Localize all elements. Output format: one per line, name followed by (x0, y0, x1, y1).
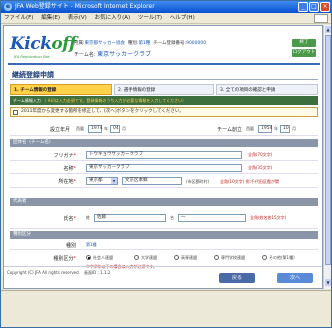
address-hint: (市区郡町村) (186, 179, 210, 184)
affiliated-era: 西暦 (246, 126, 254, 131)
affiliated-year-unit: 年 (274, 126, 278, 131)
radio-college-label: 高専連盟 (181, 255, 197, 260)
address-example: 全角(10文字) 例:千代田区霞が関 (220, 179, 279, 184)
menu-view[interactable]: 表示(V) (65, 13, 90, 24)
chevron-down-icon: ▼ (111, 178, 117, 184)
affiliated-year-input[interactable]: 1954 (258, 125, 272, 133)
kind-row: 種別 第1種 (10, 240, 318, 250)
window-title: JFA Web登録サイト - Microsoft Internet Explor… (15, 3, 155, 10)
menu-help[interactable]: ヘルプ(H) (167, 13, 198, 24)
step-2: 2. 選手情報の登録 (114, 84, 214, 95)
group-team-name: 団体名（チーム名） (10, 139, 318, 147)
input-instruction-bar: チーム情報入力 （ ※印は入力必須です。登録情報のうち入力が必要な情報を入力して… (10, 96, 318, 105)
header-info: 所属:東京都サッカー協会 種別:第1種 チーム登録番号:9000000 (74, 41, 207, 46)
radio-university-league[interactable] (134, 255, 139, 260)
notice-box: 2011年度から変更する箇所を修正して、[次へ]ボタンをクリックしてください。 (10, 107, 318, 117)
team-name-line: チーム名: 東京サッカークラブ (74, 51, 152, 58)
month-unit: 月 (122, 126, 126, 131)
minimize-button[interactable]: _ (298, 2, 308, 12)
team-name: 東京サッカークラブ (97, 51, 152, 58)
kickoff-logo: Kickoff (10, 34, 76, 54)
founded-row: 設立年月 西暦 1974 年 04 月 チーム創立 西暦 1954 年 10 月 (10, 122, 318, 136)
address-label: 所在地* (58, 179, 76, 185)
rep-row: 氏名* 姓 佐藤 名 一 全角(姓名各15文字) (10, 207, 318, 229)
rep-label: 氏名* (63, 216, 76, 222)
kind-value: 第1種 (86, 242, 97, 247)
logout-button[interactable]: ログアウト (292, 49, 316, 57)
radio-college-league[interactable] (174, 255, 179, 260)
radio-vocational-league[interactable] (214, 255, 219, 260)
window-bottom-area (1, 299, 331, 327)
radio-university-label: 大学連盟 (141, 255, 157, 260)
browser-window: e JFA Web登録サイト - Microsoft Internet Expl… (0, 0, 332, 328)
windows-logo-icon (314, 14, 328, 23)
kana-row: フリガナ* トウキョウサッカークラブ 全角(70文字) (10, 148, 318, 161)
rep-mei-input[interactable]: 一 (178, 214, 246, 222)
ie-icon: e (4, 3, 12, 11)
status-bar (1, 290, 331, 299)
group-kind: 種別区分 (10, 231, 318, 239)
exit-button[interactable]: 終了 (292, 39, 316, 47)
scroll-thumb[interactable] (325, 35, 331, 265)
scroll-down-icon[interactable]: ▼ (325, 279, 331, 286)
menu-tools[interactable]: ツール(T) (135, 13, 165, 24)
prefecture-select[interactable]: 東京都 ▼ (86, 177, 118, 185)
address-row: 所在地* 東京都 ▼ 文京区本郷 (市区郡町村) 全角(10文字) 例:千代田区霞… (10, 174, 318, 188)
kana-label: フリガナ* (53, 153, 76, 159)
scroll-up-icon[interactable]: ▲ (325, 26, 331, 33)
city-input[interactable]: 文京区本郷 (122, 177, 182, 185)
founded-year-input[interactable]: 1974 (88, 125, 102, 133)
radio-adult-label: 社会人連盟 (93, 255, 113, 260)
radio-other[interactable] (262, 255, 267, 260)
name-input[interactable]: 東京サッカークラブ (86, 164, 242, 172)
menu-file[interactable]: ファイル(F) (1, 13, 36, 24)
name-row: 名称* 東京サッカークラブ 全角(35文字) (10, 161, 318, 174)
affiliated-month-unit: 月 (292, 126, 296, 131)
close-button[interactable]: × (320, 2, 330, 12)
header-divider (8, 63, 320, 65)
menu-bar: ファイル(F) 編集(E) 表示(V) お気に入り(A) ツール(T) ヘルプ(… (1, 13, 331, 24)
radio-other-label: その他(第1種) (269, 255, 295, 260)
name-label: 名称* (63, 166, 76, 172)
page-content: Kickoff JFA Registration Site 所属:東京都サッカー… (3, 25, 323, 289)
kana-hint: 全角(70文字) (248, 152, 273, 157)
affiliated-label: チーム創立 (217, 127, 242, 133)
vertical-scrollbar[interactable]: ▲ ▼ (323, 25, 331, 289)
mei-label: 名 (170, 215, 174, 220)
step-indicator: 1. チーム情報の登録 2. 選手情報の登録 3. 全ての項目の確認と申請 (10, 84, 318, 95)
kana-input[interactable]: トウキョウサッカークラブ (86, 151, 242, 159)
founded-month-input[interactable]: 04 (110, 125, 120, 133)
window-titlebar: e JFA Web登録サイト - Microsoft Internet Expl… (1, 1, 331, 13)
back-button[interactable]: 戻る (219, 273, 255, 283)
founded-era: 西暦 (76, 126, 84, 131)
next-button[interactable]: 次へ (277, 273, 313, 283)
sei-label: 姓 (86, 215, 90, 220)
rep-hint: 全角(姓名各15文字) (250, 215, 287, 220)
screen-id: 画面ID : 1.1.2 (84, 270, 111, 275)
copyright: Copyright (C) JFA All rights reserved. (7, 270, 80, 275)
maximize-button[interactable]: □ (309, 2, 319, 12)
rep-sei-input[interactable]: 佐藤 (94, 214, 166, 222)
step-3: 3. 全ての項目の確認と申請 (216, 84, 318, 95)
notice-checkbox-icon (13, 110, 18, 115)
radio-adult-league[interactable] (86, 255, 91, 260)
logo-subtitle: JFA Registration Site (14, 55, 50, 59)
group-representative: 代表者 (10, 198, 318, 206)
title-divider (10, 79, 318, 80)
founded-label: 設立年月 (49, 127, 70, 133)
form-bottom-divider (4, 266, 322, 267)
radio-vocational-label: 専門学校連盟 (221, 255, 245, 260)
name-hint: 全角(35文字) (248, 165, 273, 170)
step-1: 1. チーム情報の登録 (10, 84, 112, 95)
kind-label: 種別 (65, 243, 76, 249)
menu-edit[interactable]: 編集(E) (38, 13, 63, 24)
year-unit: 年 (104, 126, 108, 131)
affiliated-month-input[interactable]: 10 (280, 125, 290, 133)
menu-favorites[interactable]: お気に入り(A) (92, 13, 134, 24)
kind2-label: 種別区分* (53, 256, 76, 262)
